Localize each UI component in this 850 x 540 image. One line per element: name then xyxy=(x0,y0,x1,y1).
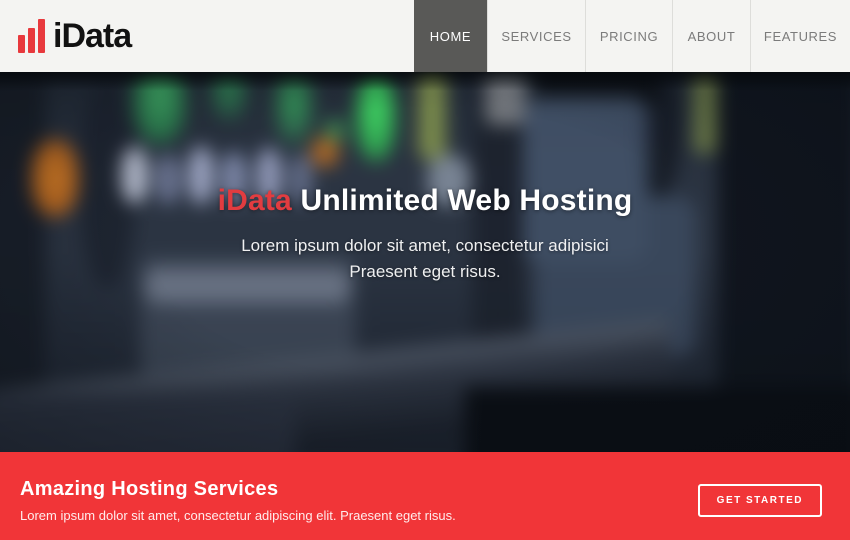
nav-item-about[interactable]: ABOUT xyxy=(672,0,750,72)
get-started-button[interactable]: GET STARTED xyxy=(698,484,822,517)
hero-content: iData Unlimited Web Hosting Lorem ipsum … xyxy=(0,184,850,285)
nav-item-features[interactable]: FEATURES xyxy=(750,0,850,72)
bar-chart-icon xyxy=(18,19,45,53)
cta-heading: Amazing Hosting Services xyxy=(20,478,456,501)
nav-item-pricing[interactable]: PRICING xyxy=(585,0,672,72)
hero-section: iData Unlimited Web Hosting Lorem ipsum … xyxy=(0,72,850,452)
hero-heading: iData Unlimited Web Hosting xyxy=(0,184,850,218)
nav-item-services[interactable]: SERVICES xyxy=(487,0,585,72)
cta-text: Lorem ipsum dolor sit amet, consectetur … xyxy=(20,508,456,523)
cta-band: Amazing Hosting Services Lorem ipsum dol… xyxy=(0,452,850,540)
hero-subtitle-line2: Praesent eget risus. xyxy=(349,262,500,281)
site-header: iData HOME SERVICES PRICING ABOUT FEATUR… xyxy=(0,0,850,72)
logo[interactable]: iData xyxy=(0,0,131,72)
hero-heading-accent: iData xyxy=(218,184,292,217)
cta-copy: Amazing Hosting Services Lorem ipsum dol… xyxy=(20,478,456,523)
nav-item-home[interactable]: HOME xyxy=(414,0,487,72)
hero-subtitle: Lorem ipsum dolor sit amet, consectetur … xyxy=(0,233,850,285)
logo-text: iData xyxy=(53,19,131,53)
hero-heading-rest: Unlimited Web Hosting xyxy=(292,184,633,217)
main-nav: HOME SERVICES PRICING ABOUT FEATURES xyxy=(414,0,850,72)
hero-subtitle-line1: Lorem ipsum dolor sit amet, consectetur … xyxy=(241,236,609,255)
